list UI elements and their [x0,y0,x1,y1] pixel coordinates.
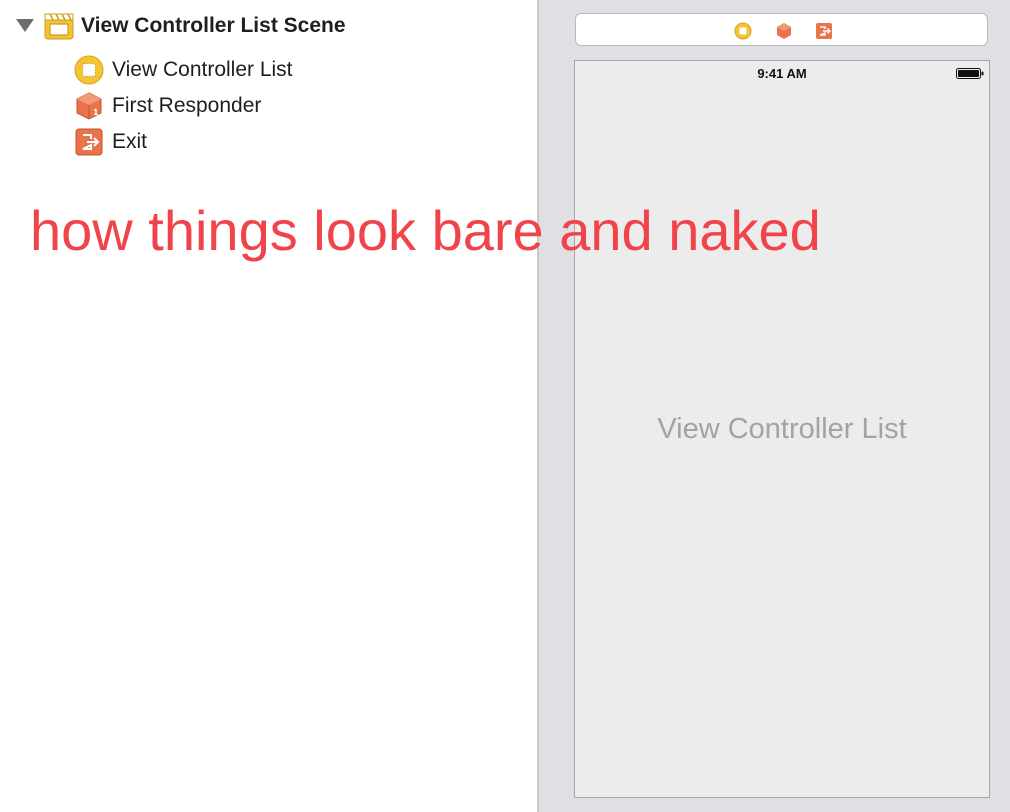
scene-dock [575,13,988,46]
exit-icon [74,127,104,157]
battery-icon [956,68,984,79]
outline-item-label: First Responder [112,94,262,117]
view-controller-title: View Controller List [657,413,907,445]
annotation-text: how things look bare and naked [30,199,821,262]
outline-scene-row[interactable]: View Controller List Scene [44,10,346,42]
dock-exit-icon[interactable] [815,22,833,40]
outline-item-first-responder[interactable]: 1 First Responder [74,90,261,122]
first-responder-icon: 1 [74,91,104,121]
outline-item-exit[interactable]: Exit [74,126,147,158]
disclosure-triangle-icon[interactable] [16,19,34,32]
outline-item-label: View Controller List [112,58,293,81]
view-controller-icon [74,55,104,85]
document-outline: View Controller List Scene View Controll… [0,0,539,812]
view-controller-frame[interactable]: 9:41 AM View Controller List [574,60,990,798]
status-bar-time: 9:41 AM [757,66,807,81]
dock-view-controller-icon[interactable] [734,22,752,40]
dock-first-responder-icon[interactable] [775,22,793,40]
scene-icon [44,11,74,41]
outline-item-label: Exit [112,130,148,153]
scene-title: View Controller List Scene [81,14,346,37]
outline-item-view-controller[interactable]: View Controller List [74,54,293,86]
svg-text:1: 1 [93,108,99,117]
